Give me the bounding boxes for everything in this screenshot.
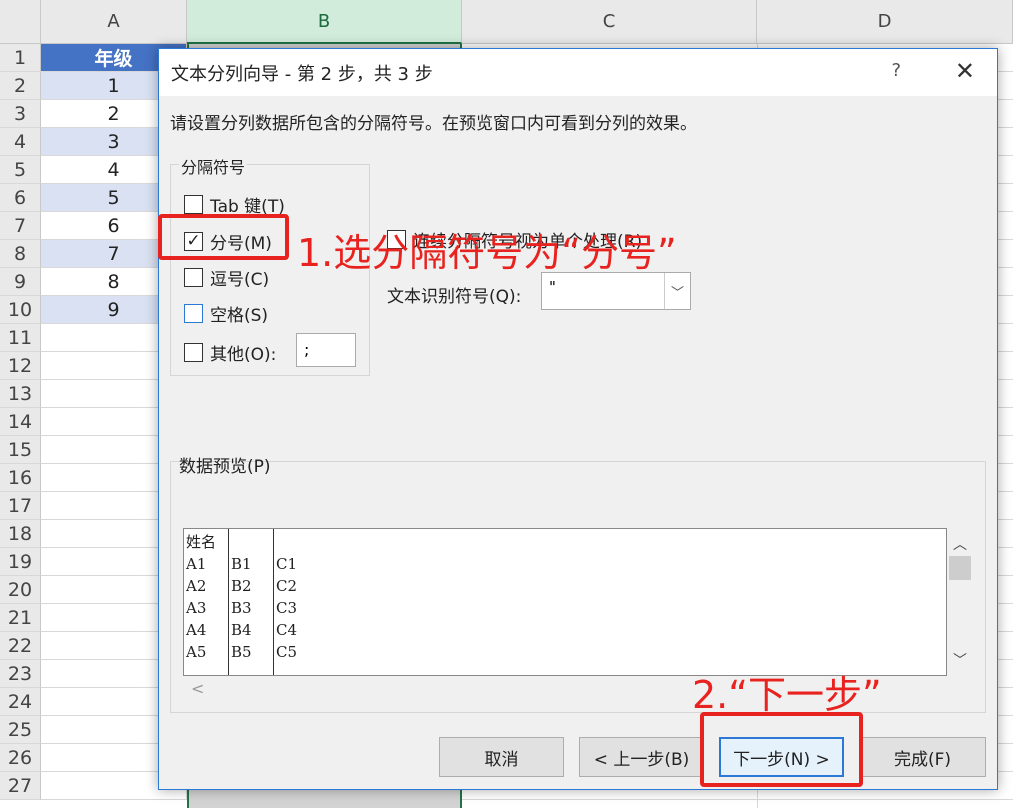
row-header[interactable]: 1 — [0, 44, 41, 72]
preview-cell: B2 — [231, 577, 252, 595]
dialog-titlebar[interactable]: 文本分列向导 - 第 2 步，共 3 步 ? ✕ — [159, 49, 997, 96]
row-header[interactable]: 19 — [0, 548, 41, 576]
row-header[interactable]: 8 — [0, 240, 41, 268]
preview-cell: 姓名 — [186, 533, 217, 551]
row-header[interactable]: 9 — [0, 268, 41, 296]
preview-cell: C3 — [276, 599, 298, 617]
row-header[interactable]: 4 — [0, 128, 41, 156]
finish-button[interactable]: 完成(F) — [859, 737, 986, 777]
row-header[interactable]: 22 — [0, 632, 41, 660]
preview-cell: B3 — [231, 599, 252, 617]
chevron-down-icon[interactable]: ﹀ — [664, 273, 690, 309]
scroll-left-icon[interactable]: < — [191, 679, 204, 698]
dialog-title: 文本分列向导 - 第 2 步，共 3 步 — [171, 63, 433, 85]
column-header-d[interactable]: D — [757, 0, 1013, 44]
checkbox-box[interactable] — [184, 195, 203, 214]
preview-cell: C2 — [276, 577, 298, 595]
preview-cell: A1 — [186, 555, 207, 573]
preview-cell: B1 — [231, 555, 252, 573]
instruction-text: 请设置分列数据所包含的分隔符号。在预览窗口内可看到分列的效果。 — [170, 114, 697, 134]
close-icon[interactable]: ✕ — [955, 57, 975, 85]
qualifier-label: 文本识别符号(Q): — [387, 287, 522, 307]
row-header[interactable]: 21 — [0, 604, 41, 632]
scroll-up-icon[interactable]: ︿ — [953, 534, 967, 554]
preview-cell: A2 — [186, 577, 207, 595]
row-header[interactable]: 11 — [0, 324, 41, 352]
preview-cell: C1 — [276, 555, 298, 573]
row-header[interactable]: 7 — [0, 212, 41, 240]
preview-cell: A4 — [186, 621, 207, 639]
row-header[interactable]: 10 — [0, 296, 41, 324]
row-header[interactable]: 27 — [0, 772, 41, 800]
other-checkbox[interactable]: 其他(O): — [184, 340, 276, 365]
preview-cell: B5 — [231, 643, 252, 661]
row-header[interactable]: 18 — [0, 520, 41, 548]
row-header[interactable]: 12 — [0, 352, 41, 380]
preview-row: A4 B4 C4 — [184, 619, 319, 641]
comma-label: 逗号(C) — [210, 270, 270, 290]
preview-cell: A5 — [186, 643, 207, 661]
qualifier-select[interactable]: " ﹀ — [541, 272, 691, 310]
checkbox-box[interactable] — [184, 304, 203, 323]
cancel-button[interactable]: 取消 — [439, 737, 564, 777]
preview-cell: A3 — [186, 599, 207, 617]
column-header-a[interactable]: A — [41, 0, 187, 44]
other-label: 其他(O): — [210, 345, 277, 365]
preview-cell: C5 — [276, 643, 298, 661]
column-header-b[interactable]: B — [187, 0, 462, 44]
back-button[interactable]: < 上一步(B) — [579, 737, 704, 777]
preview-cell — [274, 531, 319, 553]
preview-row: A3 B3 C3 — [184, 597, 319, 619]
row-header[interactable]: 2 — [0, 72, 41, 100]
qualifier-value: " — [549, 278, 556, 296]
preview-cell: B4 — [231, 621, 252, 639]
row-header[interactable]: 3 — [0, 100, 41, 128]
preview-row: A1 B1 C1 — [184, 553, 319, 575]
row-header[interactable]: 16 — [0, 464, 41, 492]
preview-cell: C4 — [276, 621, 298, 639]
scroll-thumb[interactable] — [949, 556, 971, 580]
row-header[interactable]: 26 — [0, 744, 41, 772]
help-icon[interactable]: ? — [891, 60, 901, 81]
other-delimiter-input[interactable]: ; — [296, 333, 356, 367]
checkbox-box[interactable] — [184, 268, 203, 287]
row-header[interactable]: 17 — [0, 492, 41, 520]
column-header-c[interactable]: C — [462, 0, 757, 44]
row-header[interactable]: 23 — [0, 660, 41, 688]
row-header[interactable]: 15 — [0, 436, 41, 464]
preview-row: A2 B2 C2 — [184, 575, 319, 597]
preview-vertical-scrollbar[interactable]: ︿ ﹀ — [947, 528, 973, 676]
delimiters-group-title: 分隔符号 — [179, 154, 248, 178]
space-checkbox[interactable]: 空格(S) — [184, 301, 268, 326]
space-label: 空格(S) — [210, 306, 269, 326]
row-header[interactable]: 14 — [0, 408, 41, 436]
select-all-corner[interactable] — [0, 0, 41, 44]
preview-cell — [229, 531, 274, 553]
scroll-down-icon[interactable]: ﹀ — [953, 650, 967, 670]
annotation-box-next — [700, 712, 863, 787]
row-header[interactable]: 13 — [0, 380, 41, 408]
row-header[interactable]: 25 — [0, 716, 41, 744]
annotation-box-semicolon — [158, 214, 289, 260]
row-header[interactable]: 24 — [0, 688, 41, 716]
row-header[interactable]: 20 — [0, 576, 41, 604]
gridline — [462, 799, 1013, 800]
preview-row: 姓名 — [184, 531, 319, 553]
data-preview[interactable]: 姓名 A1 B1 C1 A2 B2 C2 A3 B3 C3 A4 B4 C4 A5 B5 C5 — [183, 528, 947, 676]
row-header[interactable]: 5 — [0, 156, 41, 184]
annotation-step1: 1.选分隔符号为“分号” — [297, 231, 677, 275]
checkbox-box[interactable] — [184, 343, 203, 362]
preview-label: 数据预览(P) — [179, 457, 271, 477]
preview-row: A5 B5 C5 — [184, 641, 319, 663]
row-header[interactable]: 6 — [0, 184, 41, 212]
annotation-step2: 2.“下一步” — [692, 673, 882, 717]
comma-checkbox[interactable]: 逗号(C) — [184, 265, 269, 290]
